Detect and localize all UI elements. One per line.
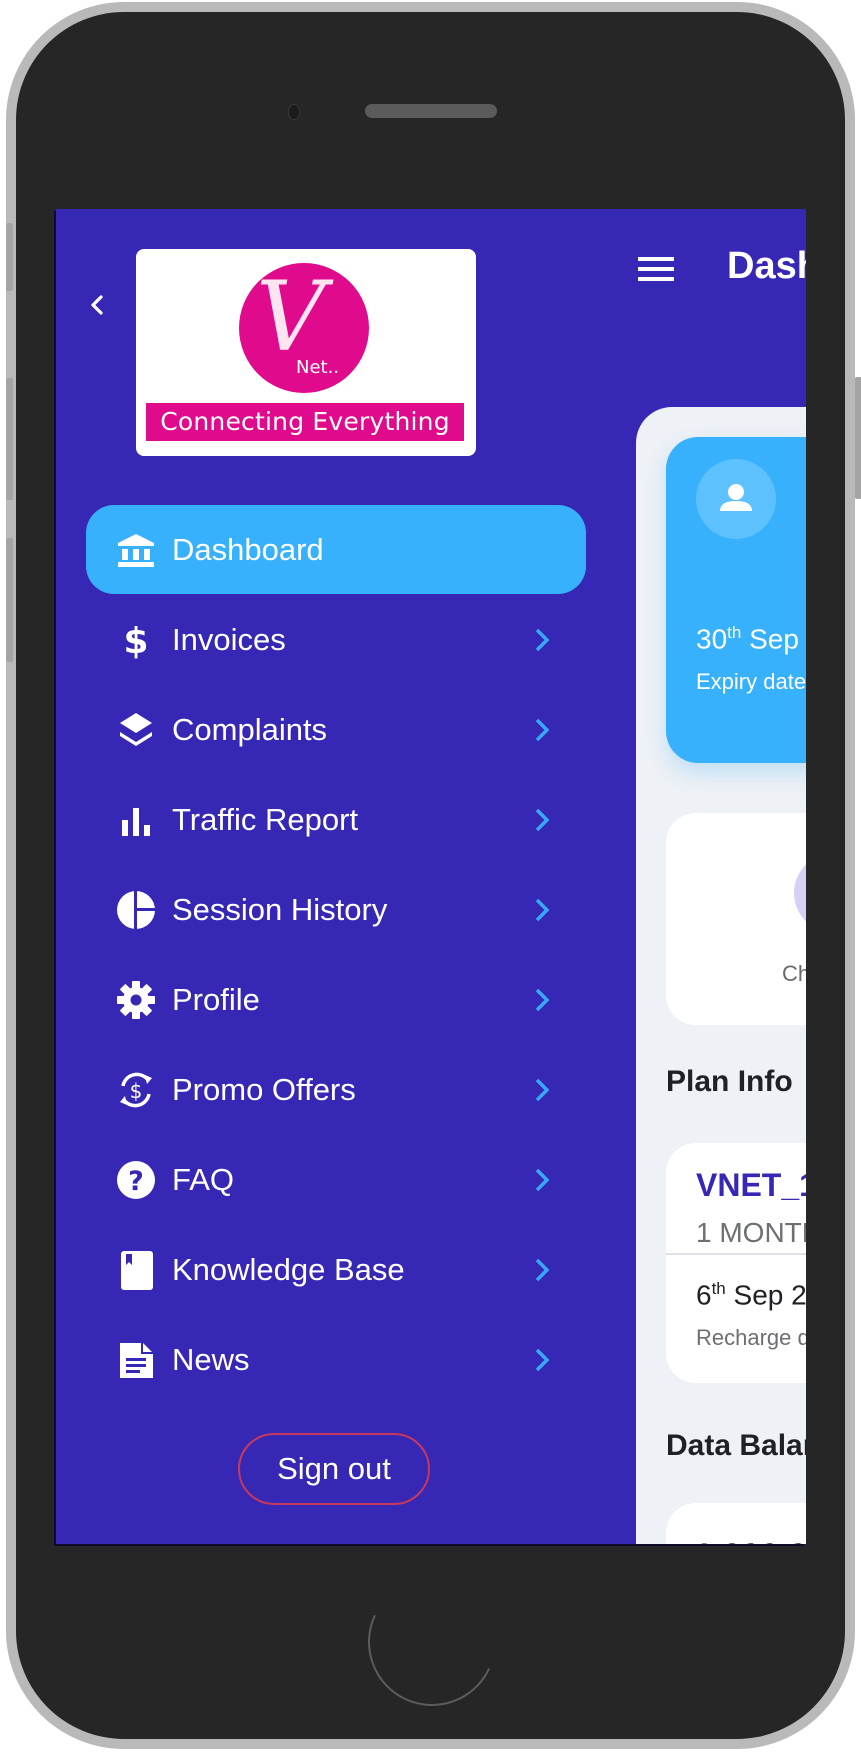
sign-out-button[interactable]: Sign out xyxy=(238,1433,430,1505)
help-circle-icon: ? xyxy=(116,1160,156,1200)
account-card[interactable]: 30th Sep Expiry date xyxy=(666,437,806,763)
dollar-icon: $ xyxy=(116,620,156,660)
logo-monogram: V xyxy=(256,261,326,373)
menu-label: Knowledge Base xyxy=(172,1252,405,1287)
menu-label: Profile xyxy=(172,982,260,1017)
menu-label: FAQ xyxy=(172,1162,235,1197)
logo-tagline: Connecting Everything xyxy=(146,403,464,441)
menu-label: News xyxy=(172,1342,250,1377)
recharge-label: Recharge d xyxy=(696,1325,806,1350)
svg-text:?: ? xyxy=(128,1166,144,1197)
layers-icon xyxy=(116,710,156,750)
app-screen: Dashboard 30th Sep Expiry date Ch Plan I… xyxy=(56,209,806,1544)
menu-item-news[interactable]: News xyxy=(86,1315,586,1405)
menu-label: Dashboard xyxy=(172,531,324,567)
plan-card[interactable]: VNET_1 1 MONTH 6th Sep 2 Recharge d xyxy=(666,1143,806,1383)
brand-logo: V Net.. Connecting Everything xyxy=(136,249,476,456)
document-icon xyxy=(116,1340,156,1380)
chevron-right-icon xyxy=(535,988,550,1012)
chevron-right-icon xyxy=(535,1258,550,1282)
earpiece-speaker xyxy=(365,104,497,118)
menu-item-traffic-report[interactable]: Traffic Report xyxy=(86,775,586,865)
menu-item-knowledge-base[interactable]: Knowledge Base xyxy=(86,1225,586,1315)
menu-item-complaints[interactable]: Complaints xyxy=(86,685,586,775)
front-camera xyxy=(288,104,300,120)
recharge-date: 6th Sep 2 xyxy=(696,1279,806,1311)
chevron-right-icon xyxy=(535,898,550,922)
data-balance-value: 1,000.0 xyxy=(694,1537,806,1544)
bank-icon xyxy=(116,530,156,570)
menu-label: Invoices xyxy=(172,622,286,657)
action-label: Ch xyxy=(782,961,806,986)
page-title: Dashboard xyxy=(727,245,806,287)
volume-up-button xyxy=(6,378,13,500)
menu-label: Promo Offers xyxy=(172,1072,356,1107)
svg-text:$: $ xyxy=(130,1079,143,1103)
menu-item-faq[interactable]: ? FAQ xyxy=(86,1135,586,1225)
pie-chart-icon xyxy=(116,890,156,930)
action-card[interactable]: Ch xyxy=(666,813,806,1025)
svg-text:$: $ xyxy=(123,621,148,660)
mute-switch xyxy=(6,223,13,291)
currency-exchange-icon: $ xyxy=(116,1070,156,1110)
chevron-right-icon xyxy=(535,1348,550,1372)
menu-label: Traffic Report xyxy=(172,802,359,837)
expiry-label: Expiry date xyxy=(696,669,806,694)
plan-duration: 1 MONTH xyxy=(696,1217,806,1248)
expiry-date: 30th Sep xyxy=(696,623,799,655)
power-button xyxy=(855,377,861,499)
chevron-right-icon xyxy=(535,718,550,742)
menu-label: Complaints xyxy=(172,712,328,747)
plan-name: VNET_1 xyxy=(696,1167,806,1203)
menu-item-invoices[interactable]: $ Invoices xyxy=(86,595,586,685)
chevron-right-icon xyxy=(535,808,550,832)
logo-brand-suffix: Net.. xyxy=(296,357,340,378)
chevron-right-icon xyxy=(535,1078,550,1102)
gear-icon xyxy=(116,980,156,1020)
menu-label: Session History xyxy=(172,892,388,927)
drawer-menu: Dashboard $ Invoices Complaints Traffic … xyxy=(86,505,586,1405)
menu-item-dashboard[interactable]: Dashboard xyxy=(86,505,586,594)
dashboard-content: 30th Sep Expiry date Ch Plan Info VNET_1… xyxy=(636,407,806,1544)
bar-chart-icon xyxy=(116,800,156,840)
chevron-right-icon xyxy=(535,1168,550,1192)
avatar xyxy=(696,459,776,539)
menu-item-profile[interactable]: Profile xyxy=(86,955,586,1045)
menu-item-session-history[interactable]: Session History xyxy=(86,865,586,955)
data-balance-heading: Data Balance xyxy=(666,1429,806,1462)
divider xyxy=(666,1253,806,1255)
chevron-left-icon xyxy=(91,295,103,315)
menu-item-promo-offers[interactable]: $ Promo Offers xyxy=(86,1045,586,1135)
plan-info-heading: Plan Info xyxy=(666,1065,793,1098)
book-icon xyxy=(116,1250,156,1290)
action-icon xyxy=(794,853,806,933)
chevron-right-icon xyxy=(535,628,550,652)
volume-down-button xyxy=(6,538,13,662)
back-button[interactable] xyxy=(86,293,110,317)
data-balance-card[interactable]: 1,000.0 xyxy=(666,1503,806,1544)
user-icon xyxy=(720,484,752,511)
menu-icon[interactable] xyxy=(638,257,674,281)
